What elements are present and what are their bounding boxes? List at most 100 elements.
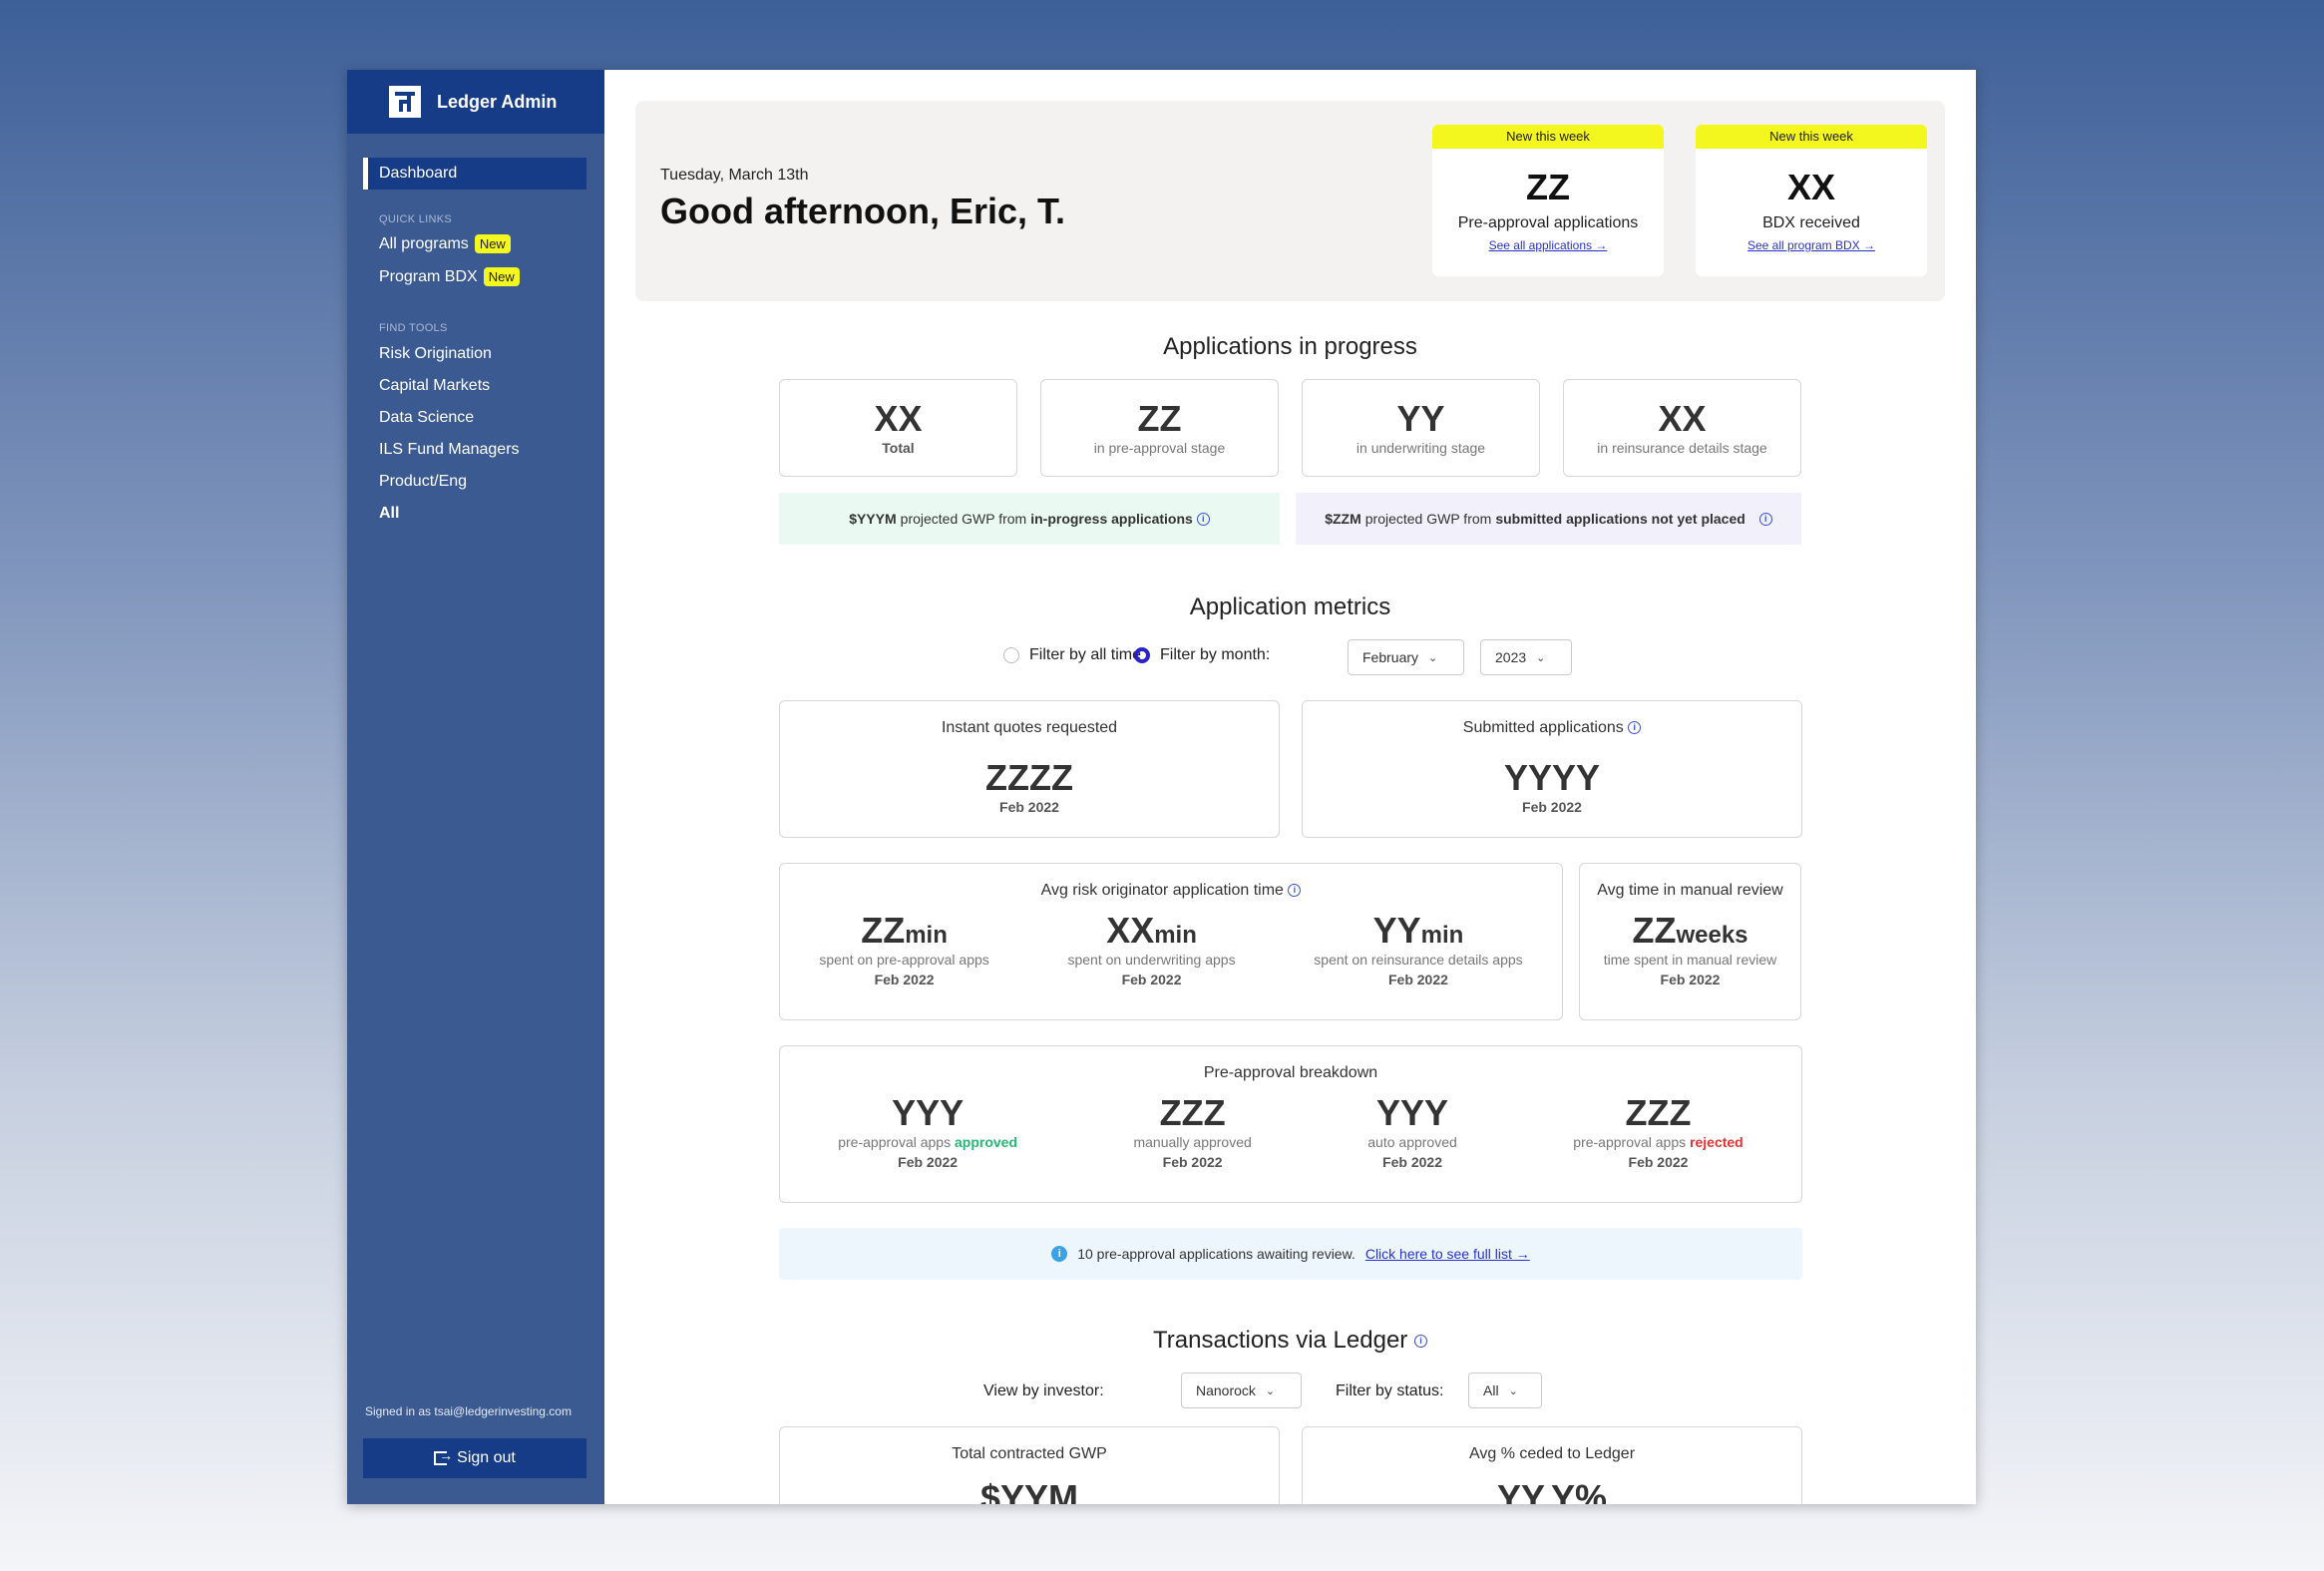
metric-label: pre-approval apps xyxy=(1573,1134,1687,1150)
info-icon[interactable]: i xyxy=(1413,1335,1427,1349)
brand-name: Ledger Admin xyxy=(437,91,558,112)
metric-unit: weeks xyxy=(1676,922,1748,949)
alert-text: 10 pre-approval applications awaiting re… xyxy=(1077,1246,1356,1262)
gwp-text: projected GWP from xyxy=(900,511,1027,527)
metric-value: XX xyxy=(1106,910,1155,951)
metric-label: time spent in manual review xyxy=(1603,952,1777,968)
sidebar-item-program-bdx[interactable]: Program BDX New xyxy=(379,267,520,286)
sidebar-item-risk-origination[interactable]: Risk Origination xyxy=(379,345,492,363)
chevron-down-icon: ⌄ xyxy=(1428,651,1438,664)
card-period: Feb 2022 xyxy=(999,799,1059,815)
sidebar-item-product-eng[interactable]: Product/Eng xyxy=(379,473,467,491)
year-select[interactable]: 2023 ⌄ xyxy=(1480,639,1572,675)
sidebar-item-all-programs[interactable]: All programs New xyxy=(379,234,511,253)
see-full-list-link[interactable]: Click here to see full list → xyxy=(1365,1246,1530,1262)
pre-approval-breakdown-card: Pre-approval breakdown YYY pre-approval … xyxy=(779,1045,1802,1203)
gwp-scope: in-progress applications xyxy=(1030,511,1193,527)
main-content: Tuesday, March 13th Good afternoon, Eric… xyxy=(604,70,1976,1504)
filter-by-month-radio[interactable]: Filter by month: xyxy=(1134,646,1270,664)
metric-period: Feb 2022 xyxy=(1660,972,1721,987)
new-badge: New xyxy=(483,267,520,286)
metric-value: YY xyxy=(1372,910,1421,951)
status-value: All xyxy=(1483,1382,1499,1398)
gwp-scope: submitted applications not yet placed xyxy=(1495,511,1745,527)
metric-period: Feb 2022 xyxy=(1162,1154,1223,1170)
sidebar-item-all[interactable]: All xyxy=(379,505,399,523)
sidebar-item-capital-markets[interactable]: Capital Markets xyxy=(379,377,490,395)
sidebar-item-data-science[interactable]: Data Science xyxy=(379,409,474,427)
chevron-down-icon: ⌄ xyxy=(1536,651,1546,664)
investor-select[interactable]: Nanorock ⌄ xyxy=(1181,1373,1302,1408)
info-icon[interactable]: i xyxy=(1288,884,1302,898)
month-value: February xyxy=(1362,649,1419,665)
brand[interactable]: Ledger Admin xyxy=(347,70,604,134)
month-select[interactable]: February ⌄ xyxy=(1348,639,1464,675)
metric-value: YYY xyxy=(892,1092,965,1133)
breakdown-metric: YYY pre-approval apps approved Feb 2022 xyxy=(838,1092,1017,1170)
metric-unit: min xyxy=(1154,922,1197,949)
card-value: YYYY xyxy=(1503,757,1601,798)
info-icon[interactable]: i xyxy=(1758,512,1772,526)
metric-value: ZZ xyxy=(1632,910,1677,951)
metric-label: spent on pre-approval apps xyxy=(819,952,989,968)
find-tools-label: FIND TOOLS xyxy=(379,322,448,334)
filter-all-time-radio[interactable]: Filter by all time xyxy=(1003,646,1141,664)
signed-in-text: Signed in as tsai@ledgerinvesting.com xyxy=(365,1404,572,1418)
metric-value: YYY xyxy=(1376,1092,1449,1133)
status-select[interactable]: All ⌄ xyxy=(1468,1373,1542,1408)
see-all-applications-link[interactable]: See all applications → xyxy=(1432,238,1664,252)
transactions-title: Transactions via Ledger i xyxy=(604,1327,1976,1355)
submitted-applications-card: Submitted applications i YYYY Feb 2022 xyxy=(1302,700,1802,838)
application-metrics-title: Application metrics xyxy=(1189,593,1391,620)
sign-out-button[interactable]: Sign out xyxy=(363,1438,586,1478)
stat-value: YY xyxy=(1396,398,1445,439)
metric-period: Feb 2022 xyxy=(1382,1154,1442,1170)
rejected-highlight: rejected xyxy=(1690,1134,1743,1150)
gwp-amount: $ZZM xyxy=(1325,511,1361,527)
see-all-bdx-link[interactable]: See all program BDX → xyxy=(1696,238,1927,252)
stat-label: in underwriting stage xyxy=(1356,440,1486,456)
sidebar-item-dashboard[interactable]: Dashboard xyxy=(363,158,586,190)
card-value: ZZZZ xyxy=(985,757,1073,798)
stat-pre-approval: ZZ in pre-approval stage xyxy=(1040,379,1279,477)
stat-value: XX xyxy=(874,398,923,439)
metric-label: spent on reinsurance details apps xyxy=(1314,952,1523,968)
sidebar-item-ils-fund-managers[interactable]: ILS Fund Managers xyxy=(379,441,520,459)
card-title-text: Avg risk originator application time xyxy=(1040,882,1284,899)
awaiting-review-alert: i 10 pre-approval applications awaiting … xyxy=(779,1228,1802,1280)
total-gwp-card: Total contracted GWP $YYM xyxy=(779,1426,1280,1504)
breakdown-metric: YYY auto approved Feb 2022 xyxy=(1367,1092,1457,1170)
card-period: Feb 2022 xyxy=(1522,799,1582,815)
info-icon[interactable]: i xyxy=(1628,721,1642,735)
metric-period: Feb 2022 xyxy=(1387,972,1448,987)
ledger-logo-icon xyxy=(389,86,421,118)
sidebar-item-label: Program BDX xyxy=(379,267,478,285)
card-value: $YYM xyxy=(979,1477,1079,1504)
bdx-received-card: New this week XX BDX received See all pr… xyxy=(1696,125,1927,276)
year-value: 2023 xyxy=(1495,649,1527,665)
card-title: Avg % ceded to Ledger xyxy=(1468,1445,1636,1462)
metric-unit: min xyxy=(1420,922,1464,949)
metric-label: manually approved xyxy=(1133,1134,1252,1150)
metric-period: Feb 2022 xyxy=(898,1154,959,1170)
metric-label: pre-approval apps xyxy=(838,1134,952,1150)
investor-label: View by investor: xyxy=(983,1382,1104,1399)
new-applications-card: New this week ZZ Pre-approval applicatio… xyxy=(1432,125,1664,276)
avg-application-time-card: Avg risk originator application time i Z… xyxy=(779,863,1563,1020)
gwp-submitted: $ZZM projected GWP from submitted applic… xyxy=(1296,493,1801,545)
metric-value: ZZZ xyxy=(1159,1092,1226,1133)
stat-label: Total xyxy=(882,440,915,456)
metric-period: Feb 2022 xyxy=(1628,1154,1689,1170)
current-date: Tuesday, March 13th xyxy=(660,167,809,184)
manual-review-card: Avg time in manual review ZZweeks time s… xyxy=(1579,863,1801,1020)
info-icon: i xyxy=(1051,1246,1068,1262)
radio-off-icon xyxy=(1003,647,1019,663)
breakdown-metric: ZZZ pre-approval apps rejected Feb 2022 xyxy=(1573,1092,1743,1170)
gwp-in-progress: $YYYM projected GWP from in-progress app… xyxy=(779,493,1280,545)
info-icon[interactable]: i xyxy=(1196,512,1210,526)
hero-panel: Tuesday, March 13th Good afternoon, Eric… xyxy=(635,101,1945,301)
week-tag: New this week xyxy=(1432,125,1664,149)
time-metric: ZZmin spent on pre-approval apps Feb 202… xyxy=(819,910,988,987)
sidebar-item-label: All programs xyxy=(379,234,469,252)
week-value: ZZ xyxy=(1526,167,1570,207)
